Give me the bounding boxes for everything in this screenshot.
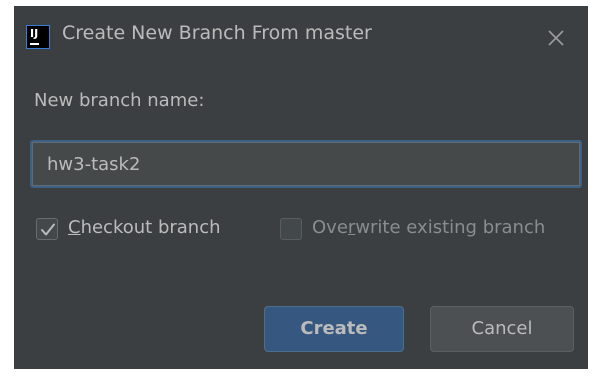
title-bar: IJ Create New Branch From master: [14, 6, 588, 62]
branch-name-label: New branch name:: [34, 90, 205, 111]
overwrite-label-before: Ove: [312, 217, 348, 238]
checkout-mnemonic: C: [68, 217, 81, 238]
overwrite-label-after: write existing branch: [355, 217, 546, 238]
cancel-button[interactable]: Cancel: [430, 306, 574, 352]
checkout-label-rest: heckout branch: [80, 217, 221, 238]
checkout-branch-checkbox[interactable]: [36, 218, 58, 240]
branch-name-field-wrapper: [30, 140, 582, 188]
intellij-idea-icon: IJ: [26, 25, 50, 49]
branch-name-input[interactable]: [32, 142, 580, 186]
app-icon-letters: IJ: [30, 27, 39, 40]
create-button[interactable]: Create: [264, 306, 404, 352]
overwrite-branch-label[interactable]: Overwrite existing branch: [312, 217, 545, 238]
close-icon[interactable]: [544, 26, 568, 50]
create-branch-dialog: IJ Create New Branch From master New bra…: [14, 6, 588, 369]
app-icon-bar: [30, 43, 39, 45]
dialog-title: Create New Branch From master: [62, 22, 372, 44]
checkmark-icon: [41, 223, 55, 236]
overwrite-branch-checkbox[interactable]: [280, 218, 302, 240]
close-icon-glyph: [548, 30, 564, 46]
checkout-branch-label[interactable]: Checkout branch: [68, 217, 221, 238]
